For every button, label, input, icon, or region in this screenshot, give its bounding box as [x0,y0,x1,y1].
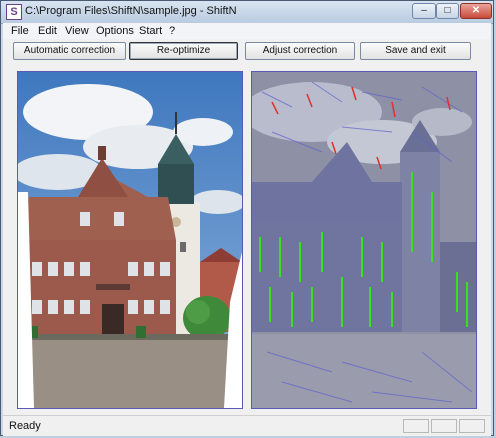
window-title: C:\Program Files\ShiftN\sample.jpg - Shi… [25,5,237,17]
app-icon[interactable]: S [6,4,22,20]
corrected-image-panel[interactable] [17,71,243,409]
menu-help[interactable]: ? [169,25,175,37]
preview-image-panel[interactable] [251,71,477,409]
menu-start[interactable]: Start [139,25,162,37]
menu-bar: File Edit View Options Start ? [3,23,491,39]
minimize-button[interactable]: – [412,3,436,19]
menu-options[interactable]: Options [96,25,134,37]
adjust-correction-button[interactable]: Adjust correction [245,42,355,60]
status-bar: Ready [3,415,491,436]
image-area [3,63,491,415]
menu-edit[interactable]: Edit [38,25,57,37]
status-pane [403,419,429,433]
title-bar[interactable]: S C:\Program Files\ShiftN\sample.jpg - S… [1,1,493,24]
maximize-button[interactable]: □ [436,3,459,19]
close-button[interactable]: ✕ [460,3,492,19]
line-detection-preview [252,72,476,408]
status-text: Ready [9,420,41,432]
automatic-correction-button[interactable]: Automatic correction [13,42,126,60]
corrected-photo [18,72,242,408]
menu-file[interactable]: File [11,25,29,37]
status-pane [459,419,485,433]
app-window: S C:\Program Files\ShiftN\sample.jpg - S… [0,0,494,436]
menu-view[interactable]: View [65,25,89,37]
toolbar: Automatic correction Re-optimize Adjust … [3,39,491,63]
re-optimize-button[interactable]: Re-optimize [129,42,238,60]
status-pane [431,419,457,433]
save-and-exit-button[interactable]: Save and exit [360,42,471,60]
